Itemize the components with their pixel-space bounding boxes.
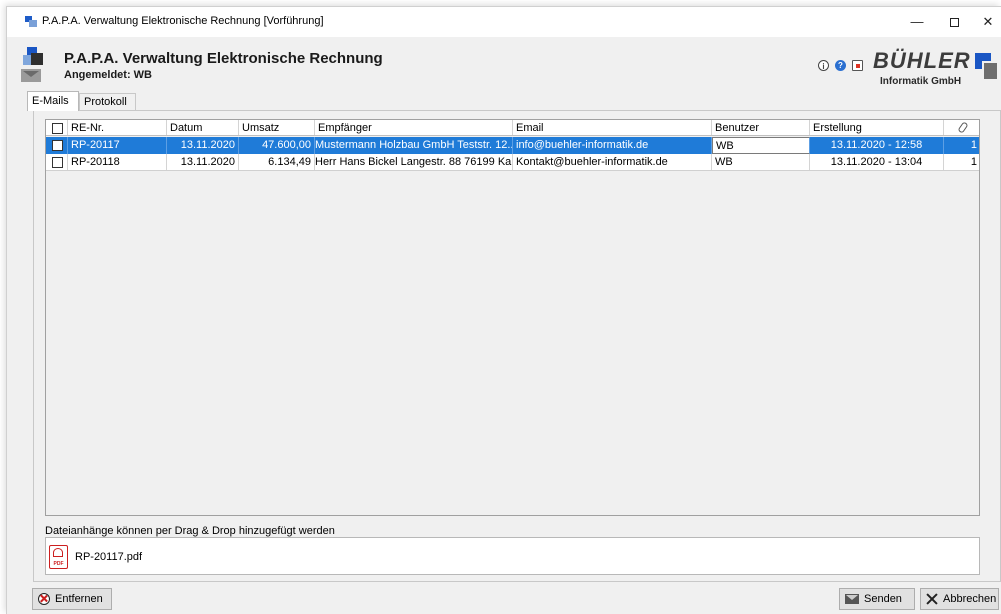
remove-icon [38,593,50,605]
app-icon [25,16,37,27]
close-icon [926,593,938,605]
cell-re-nr: RP-20118 [68,154,167,170]
remove-button-label: Entfernen [55,593,103,605]
cell-umsatz: 47.600,00 [239,137,315,154]
invoice-grid[interactable]: RE-Nr. Datum Umsatz Empfänger Email Benu… [45,119,980,516]
logged-in-user: Angemeldet: WB [64,69,152,81]
row-checkbox[interactable] [52,140,63,151]
row-check-cell [46,154,68,170]
envelope-icon [845,594,859,604]
column-header-datum[interactable]: Datum [167,120,239,135]
table-row[interactable]: RP-20118 13.11.2020 6.134,49 Herr Hans B… [46,154,979,171]
app-logo-icon [21,47,45,83]
attachments-drop-zone[interactable]: PDF RP-20117.pdf [45,537,980,575]
column-header-empfaenger[interactable]: Empfänger [315,120,513,135]
grid-header: RE-Nr. Datum Umsatz Empfänger Email Benu… [46,120,979,136]
cell-email: Kontakt@buehler-informatik.de [513,154,712,170]
cell-benutzer-editor[interactable]: WB [712,137,810,154]
cell-re-nr: RP-20117 [68,137,167,154]
title-bar[interactable]: P.A.P.A. Verwaltung Elektronische Rechnu… [7,7,1001,37]
column-header-erstellung[interactable]: Erstellung [810,120,944,135]
cell-anhaenge: 1 [944,137,979,154]
window-title: P.A.P.A. Verwaltung Elektronische Rechnu… [42,15,324,27]
column-header-email[interactable]: Email [513,120,712,135]
cell-empfaenger: Mustermann Holzbau GmbH Teststr. 12... [315,137,513,154]
brand-logo-icon [975,53,999,83]
pdf-icon: PDF [49,545,68,569]
column-header-benutzer[interactable]: Benutzer [712,120,810,135]
tab-protokoll[interactable]: Protokoll [79,93,136,110]
cell-datum: 13.11.2020 [167,137,239,154]
column-header-attachments[interactable] [944,120,979,135]
info-icon[interactable]: i [818,60,829,71]
help-icon[interactable]: ? [835,60,846,71]
row-checkbox[interactable] [52,157,63,168]
cell-email: info@buehler-informatik.de [513,137,712,154]
brand-subtitle: Informatik GmbH [880,76,962,87]
attachment-file-name[interactable]: RP-20117.pdf [75,551,142,563]
cell-datum: 13.11.2020 [167,154,239,170]
cell-umsatz: 6.134,49 [239,154,315,170]
pdf-icon-label: PDF [53,561,64,567]
tab-emails[interactable]: E-Mails [27,91,79,111]
cell-erstellung: 13.11.2020 - 12:58 [810,137,944,154]
brand-name: BÜHLER [873,48,971,73]
company-brand: BÜHLER Informatik GmbH [873,48,973,87]
send-button[interactable]: Senden [839,588,915,610]
remove-button[interactable]: Entfernen [32,588,112,610]
table-row[interactable]: RP-20117 13.11.2020 47.600,00 Mustermann… [46,137,979,154]
column-header-re-nr[interactable]: RE-Nr. [68,120,167,135]
select-all-checkbox[interactable] [52,123,63,134]
maximize-button[interactable] [939,13,969,31]
cell-anhaenge: 1 [944,154,979,170]
paperclip-icon [956,121,969,134]
minimize-button[interactable]: — [902,13,932,31]
cell-erstellung: 13.11.2020 - 13:04 [810,154,944,170]
cancel-button[interactable]: Abbrechen [920,588,999,610]
maximize-icon [949,18,959,27]
select-all-cell [46,120,68,135]
app-header: P.A.P.A. Verwaltung Elektronische Rechnu… [7,39,1001,89]
main-window: P.A.P.A. Verwaltung Elektronische Rechnu… [6,6,1001,614]
row-check-cell [46,137,68,154]
attachments-hint: Dateianhänge können per Drag & Drop hinz… [45,525,335,537]
app-title: P.A.P.A. Verwaltung Elektronische Rechnu… [64,50,383,67]
column-header-umsatz[interactable]: Umsatz [239,120,315,135]
send-button-label: Senden [864,593,902,605]
emails-panel: RE-Nr. Datum Umsatz Empfänger Email Benu… [33,110,1001,582]
cell-empfaenger: Herr Hans Bickel Langestr. 88 76199 Kar.… [315,154,513,170]
exit-icon[interactable] [852,60,863,71]
cancel-button-label: Abbrechen [943,593,997,605]
cell-benutzer: WB [712,154,810,170]
close-button[interactable]: ✕ [973,13,1001,31]
